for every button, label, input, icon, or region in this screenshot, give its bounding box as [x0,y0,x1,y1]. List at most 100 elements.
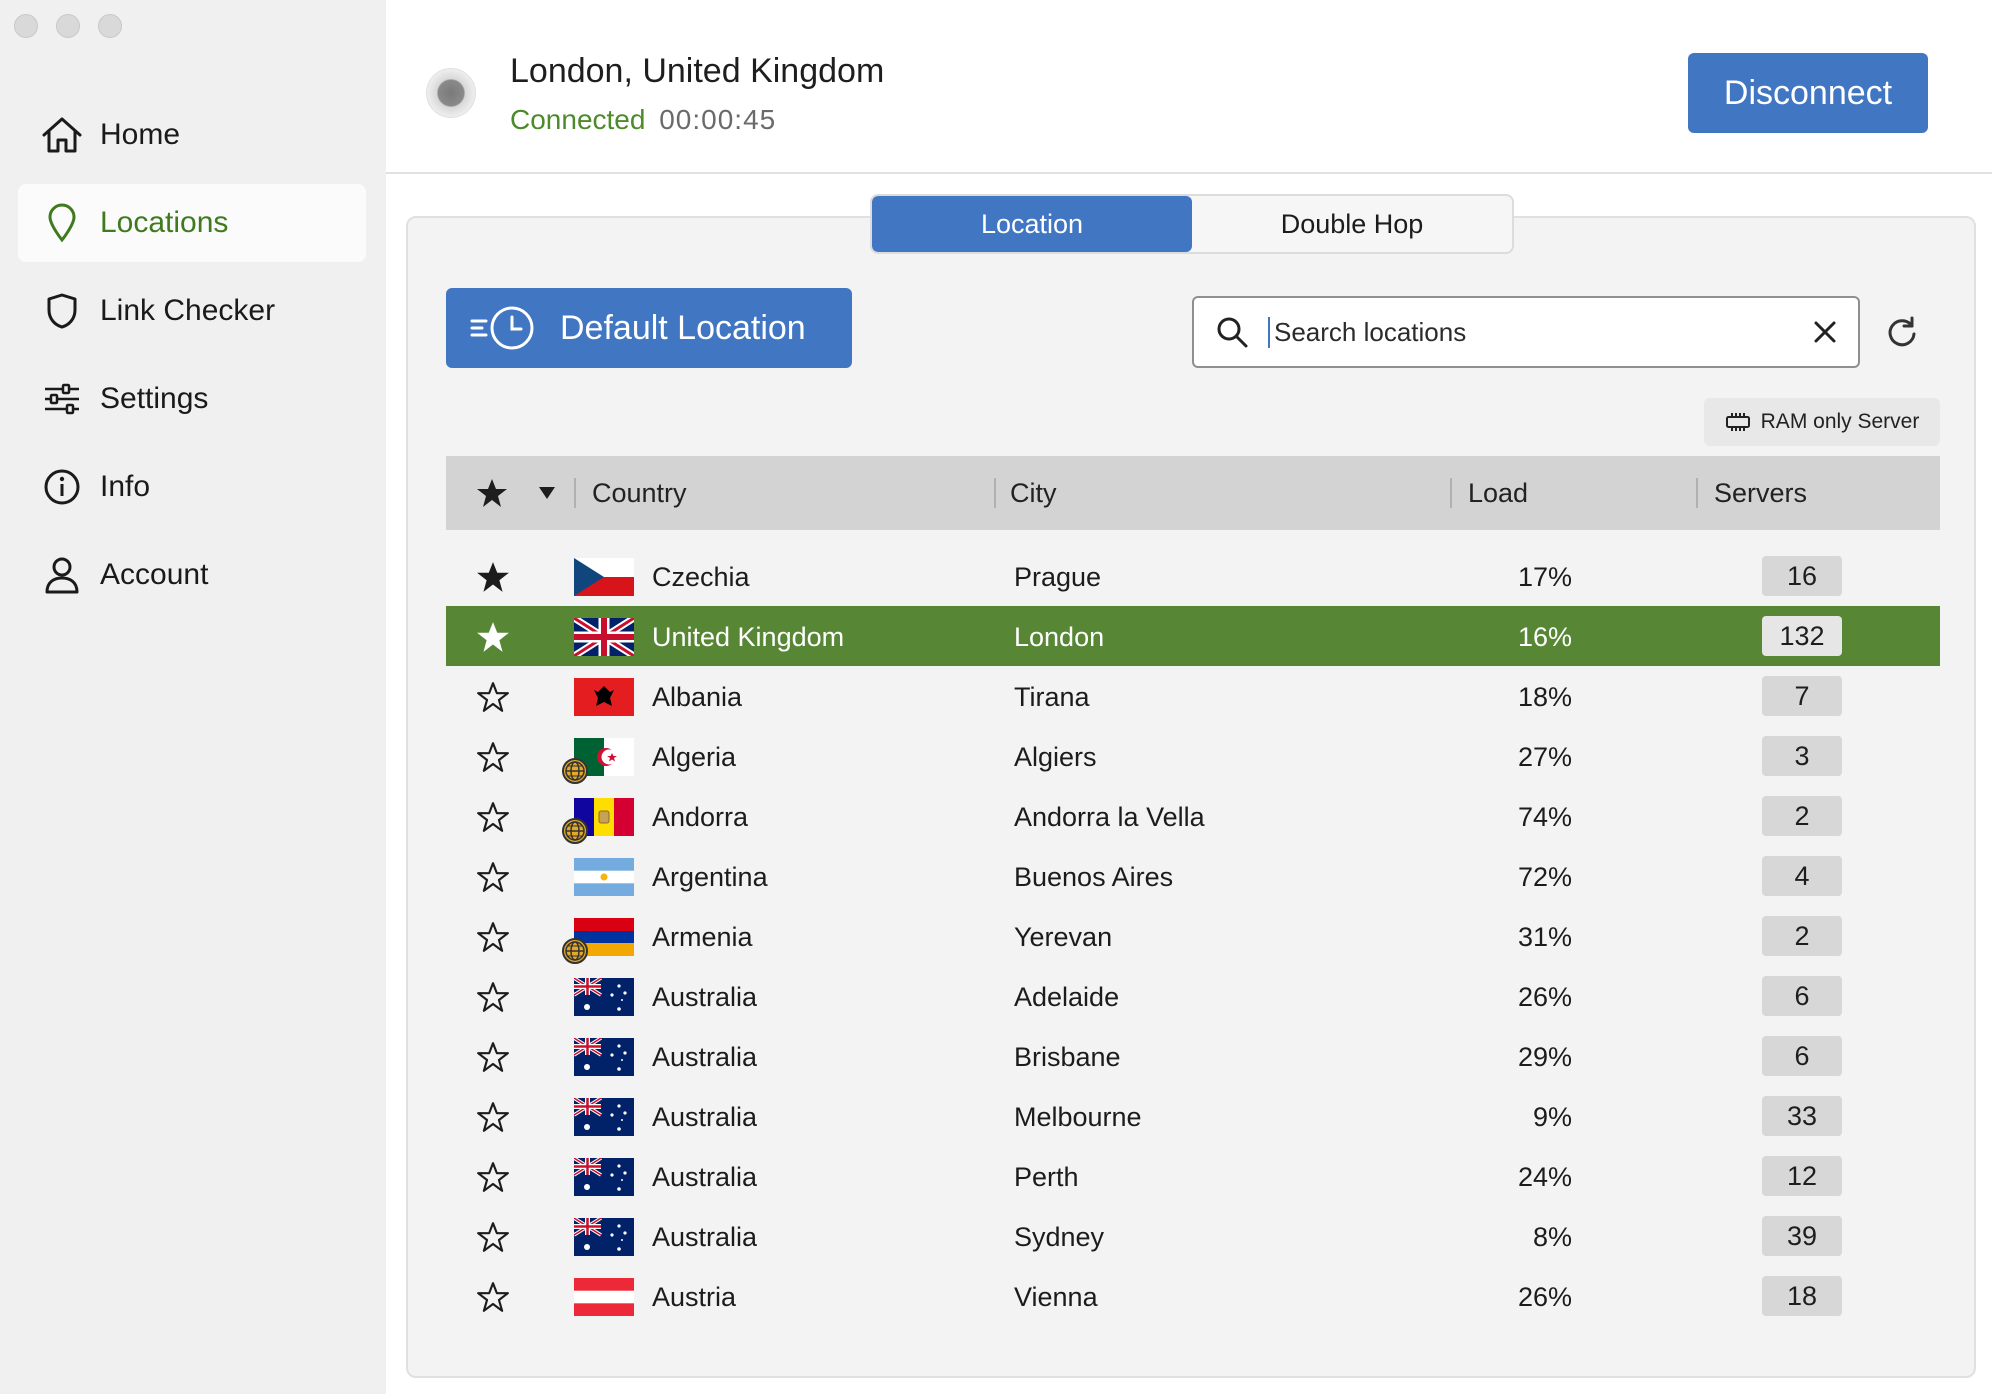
sidebar-item-link-checker[interactable]: Link Checker [18,272,366,350]
main-content: London, United Kingdom Connected 00:00:4… [386,0,1992,1394]
close-window-button[interactable] [14,14,38,38]
country-flag-icon [574,858,634,896]
sidebar-item-home[interactable]: Home [18,96,366,174]
favorite-star-icon[interactable] [476,1220,510,1254]
sidebar-item-account[interactable]: Account [18,536,366,614]
cell-servers: 2 [1762,796,1842,836]
favorite-star-icon[interactable] [476,1160,510,1194]
column-divider [1450,478,1452,508]
connection-status-text: Connected [510,104,646,135]
cell-city: Brisbane [1014,1042,1121,1072]
favorite-star-icon[interactable] [476,680,510,714]
cell-city: Yerevan [1014,922,1113,952]
cell-servers: 16 [1762,556,1842,596]
virtual-location-icon [562,938,588,964]
cell-country: Austria [652,1282,737,1312]
table-row[interactable]: Czechia Prague 17% 16 [446,546,1940,606]
favorite-star-icon[interactable] [476,740,510,774]
cell-country: Australia [652,1222,758,1252]
favorite-star-icon[interactable] [476,560,510,594]
cell-city: Sydney [1014,1222,1105,1252]
virtual-location-icon [562,758,588,784]
table-row[interactable]: Australia Sydney 8% 39 [446,1206,1940,1266]
cell-servers: 6 [1762,1036,1842,1076]
sidebar-item-info[interactable]: Info [18,448,366,526]
favorite-star-icon[interactable] [476,1100,510,1134]
clear-search-icon[interactable] [1810,317,1840,347]
favorites-column-icon[interactable] [476,456,508,530]
info-icon [40,465,84,509]
virtual-location-icon [562,818,588,844]
column-header-city[interactable]: City [1010,456,1057,530]
cell-servers: 18 [1762,1276,1842,1316]
table-row[interactable]: Australia Brisbane 29% 6 [446,1026,1940,1086]
cell-load: 8% [1532,1222,1572,1252]
minimize-window-button[interactable] [56,14,80,38]
sort-dropdown-icon[interactable] [538,456,556,530]
table-row[interactable]: United Kingdom London 16% 132 [446,606,1940,666]
location-mode-tabs: Location Double Hop [870,194,1514,254]
cell-country: Czechia [652,562,750,592]
tab-double-hop[interactable]: Double Hop [1192,196,1512,252]
column-header-country[interactable]: Country [592,456,687,530]
window-controls [14,14,122,38]
connection-header: London, United Kingdom Connected 00:00:4… [386,0,1992,174]
cell-load: 9% [1532,1102,1572,1132]
cell-city: Andorra la Vella [1014,802,1205,832]
column-header-load[interactable]: Load [1468,456,1528,530]
zoom-window-button[interactable] [98,14,122,38]
table-row[interactable]: Australia Melbourne 9% 33 [446,1086,1940,1146]
connection-timer: 00:00:45 [659,104,777,135]
cell-city: Tirana [1014,682,1090,712]
cell-servers: 6 [1762,976,1842,1016]
cell-country: Australia [652,1102,758,1132]
column-header-servers[interactable]: Servers [1714,456,1807,530]
cell-country: Albania [652,682,743,712]
table-row[interactable]: Armenia Yerevan 31% 2 [446,906,1940,966]
cell-city: Melbourne [1014,1102,1142,1132]
favorite-star-icon[interactable] [476,1040,510,1074]
favorite-star-icon[interactable] [476,980,510,1014]
cell-load: 26% [1517,1282,1572,1312]
default-location-icon [470,303,540,353]
table-row[interactable]: Australia Perth 24% 12 [446,1146,1940,1206]
table-row[interactable]: Andorra Andorra la Vella 74% 2 [446,786,1940,846]
cell-country: Argentina [652,862,768,892]
cell-city: London [1014,622,1105,652]
sidebar-item-label: Link Checker [100,294,276,327]
locations-table-body: Czechia Prague 17% 16 United Kingdom Lon… [446,546,1940,1326]
favorite-star-icon[interactable] [476,800,510,834]
disconnect-button[interactable]: Disconnect [1688,53,1928,133]
sliders-icon [40,377,84,421]
cell-servers: 2 [1762,916,1842,956]
table-row[interactable]: Australia Adelaide 26% 6 [446,966,1940,1026]
tab-location[interactable]: Location [872,196,1192,252]
favorite-star-icon[interactable] [476,1280,510,1314]
cell-city: Prague [1014,562,1102,592]
table-row[interactable]: Algeria Algiers 27% 3 [446,726,1940,786]
home-icon [40,113,84,157]
favorite-star-icon[interactable] [476,620,510,654]
table-row[interactable]: Albania Tirana 18% 7 [446,666,1940,726]
favorite-star-icon[interactable] [476,860,510,894]
refresh-icon[interactable] [1884,314,1920,350]
table-row[interactable]: Argentina Buenos Aires 72% 4 [446,846,1940,906]
cell-servers: 12 [1762,1156,1842,1196]
search-input[interactable] [1268,316,1810,348]
connection-status-indicator [426,68,476,118]
cell-city: Vienna [1014,1282,1098,1312]
cell-servers: 33 [1762,1096,1842,1136]
cell-country: United Kingdom [652,622,845,652]
table-row[interactable]: Austria Vienna 26% 18 [446,1266,1940,1326]
cell-city: Algiers [1014,742,1097,772]
sidebar-item-settings[interactable]: Settings [18,360,366,438]
default-location-label: Default Location [560,308,806,347]
user-icon [40,553,84,597]
cell-load: 17% [1517,562,1572,592]
sidebar-item-locations[interactable]: Locations [18,184,366,262]
default-location-button[interactable]: Default Location [446,288,852,368]
connected-location-title: London, United Kingdom [510,52,885,90]
favorite-star-icon[interactable] [476,920,510,954]
cell-load: 29% [1517,1042,1572,1072]
cell-load: 16% [1517,622,1572,652]
